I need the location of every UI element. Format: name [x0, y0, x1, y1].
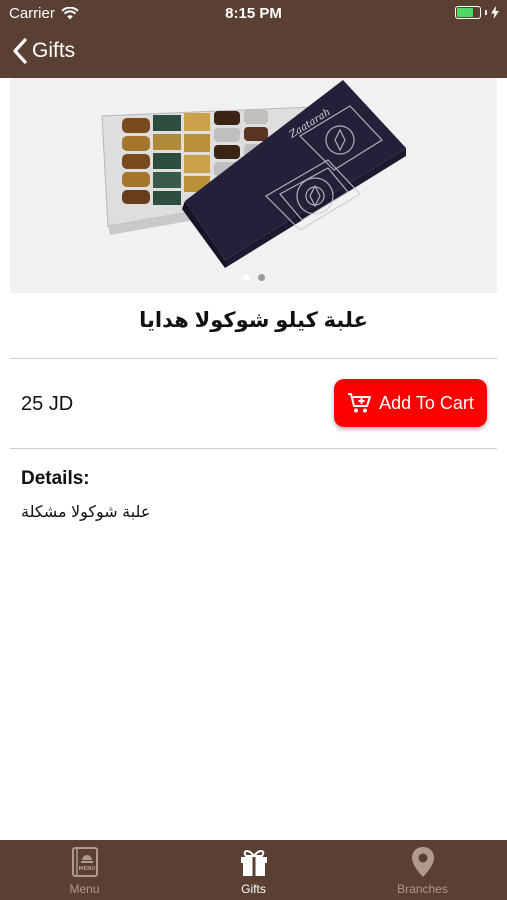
tab-gifts-label: Gifts — [241, 882, 266, 896]
navigation-bar: Gifts — [0, 28, 507, 78]
svg-text:MENU: MENU — [78, 866, 95, 872]
tab-branches[interactable]: Branches — [338, 840, 507, 900]
product-price: 25 JD — [21, 393, 74, 415]
product-image: Zaatarah — [101, 80, 406, 268]
details-heading: Details: — [21, 468, 90, 489]
battery-indicator — [455, 6, 499, 19]
divider-top — [10, 358, 497, 359]
add-to-cart-label: Add To Cart — [379, 392, 474, 413]
battery-fill — [457, 8, 473, 17]
back-label: Gifts — [32, 39, 76, 62]
add-cart-icon — [348, 393, 372, 413]
status-bar: Carrier 8:15 PM — [0, 0, 507, 28]
tab-gifts[interactable]: Gifts — [169, 840, 338, 900]
divider-bottom — [10, 448, 497, 449]
tab-branches-label: Branches — [397, 882, 448, 896]
product-title: علبة كيلو شوكولا هدايا — [139, 309, 368, 332]
charging-bolt-icon — [491, 6, 499, 19]
back-button[interactable]: Gifts — [12, 38, 75, 64]
carousel-dot-active[interactable] — [242, 274, 250, 281]
carousel-page-indicator[interactable] — [10, 274, 497, 281]
menu-book-icon: MENU — [71, 847, 98, 877]
battery-icon — [455, 6, 481, 19]
carousel-dot[interactable] — [257, 274, 265, 281]
status-time: 8:15 PM — [225, 5, 282, 22]
product-image-carousel[interactable]: Zaatarah — [10, 78, 497, 293]
battery-tip — [485, 10, 487, 15]
details-text: علبة شوكولا مشكلة — [21, 504, 151, 521]
gift-icon — [240, 850, 267, 876]
chevron-left-icon — [13, 38, 27, 64]
tab-bar: MENU Menu Gifts Branches — [0, 840, 507, 900]
location-pin-icon — [411, 847, 434, 877]
tab-menu-label: Menu — [69, 882, 100, 896]
add-to-cart-button[interactable]: Add To Cart — [334, 379, 487, 427]
tab-menu[interactable]: MENU Menu — [0, 840, 169, 900]
